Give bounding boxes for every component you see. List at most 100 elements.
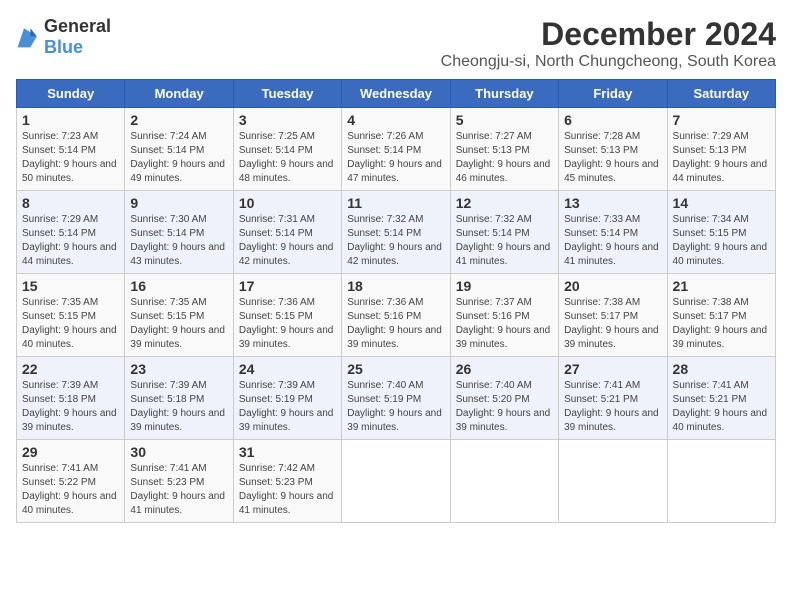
day-info: Sunrise: 7:38 AM Sunset: 5:17 PM Dayligh…: [673, 296, 770, 352]
day-number: 4: [347, 112, 444, 128]
day-info: Sunrise: 7:39 AM Sunset: 5:19 PM Dayligh…: [239, 379, 336, 435]
header-cell-tuesday: Tuesday: [233, 80, 341, 108]
calendar-cell: 30Sunrise: 7:41 AM Sunset: 5:23 PM Dayli…: [125, 440, 233, 523]
calendar-cell: 3 Sunrise: 7:25 AM Sunset: 5:14 PM Daylig…: [233, 108, 341, 191]
day-number: 28: [673, 361, 770, 377]
day-number: 29: [22, 444, 119, 460]
day-info: Sunrise: 7:41 AM Sunset: 5:21 PM Dayligh…: [673, 379, 770, 435]
calendar-cell: 8 Sunrise: 7:29 AM Sunset: 5:14 PM Daylig…: [17, 191, 125, 274]
day-info: Sunrise: 7:32 AM Sunset: 5:14 PM Dayligh…: [347, 213, 444, 269]
day-info: Sunrise: 7:33 AM Sunset: 5:14 PM Dayligh…: [564, 213, 661, 269]
day-number: 16: [130, 278, 227, 294]
header-cell-saturday: Saturday: [667, 80, 775, 108]
day-info: Sunrise: 7:41 AM Sunset: 5:21 PM Dayligh…: [564, 379, 661, 435]
calendar-week-row: 1 Sunrise: 7:23 AM Sunset: 5:14 PM Daylig…: [17, 108, 776, 191]
day-number: 1: [22, 112, 119, 128]
calendar-cell: 9 Sunrise: 7:30 AM Sunset: 5:14 PM Daylig…: [125, 191, 233, 274]
calendar-week-row: 22 Sunrise: 7:39 AM Sunset: 5:18 PM Dayli…: [17, 357, 776, 440]
day-info: Sunrise: 7:26 AM Sunset: 5:14 PM Dayligh…: [347, 130, 444, 186]
day-number: 9: [130, 195, 227, 211]
logo-text-blue: Blue: [44, 37, 83, 57]
day-info: Sunrise: 7:28 AM Sunset: 5:13 PM Dayligh…: [564, 130, 661, 186]
day-info: Sunrise: 7:29 AM Sunset: 5:14 PM Dayligh…: [22, 213, 119, 269]
calendar-cell: 14Sunrise: 7:34 AM Sunset: 5:15 PM Dayli…: [667, 191, 775, 274]
calendar-cell: 25 Sunrise: 7:40 AM Sunset: 5:19 PM Dayli…: [342, 357, 450, 440]
day-number: 17: [239, 278, 336, 294]
calendar-cell: 4 Sunrise: 7:26 AM Sunset: 5:14 PM Daylig…: [342, 108, 450, 191]
calendar-cell: 19 Sunrise: 7:37 AM Sunset: 5:16 PM Dayli…: [450, 274, 558, 357]
calendar-header-row: SundayMondayTuesdayWednesdayThursdayFrid…: [17, 80, 776, 108]
calendar-cell: 7 Sunrise: 7:29 AM Sunset: 5:13 PM Daylig…: [667, 108, 775, 191]
day-number: 21: [673, 278, 770, 294]
day-number: 31: [239, 444, 336, 460]
day-number: 25: [347, 361, 444, 377]
header-cell-sunday: Sunday: [17, 80, 125, 108]
day-info: Sunrise: 7:40 AM Sunset: 5:19 PM Dayligh…: [347, 379, 444, 435]
calendar-week-row: 29 Sunrise: 7:41 AM Sunset: 5:22 PM Dayli…: [17, 440, 776, 523]
day-info: Sunrise: 7:36 AM Sunset: 5:16 PM Dayligh…: [347, 296, 444, 352]
header: General Blue December 2024 Cheongju-si, …: [16, 16, 776, 71]
day-info: Sunrise: 7:30 AM Sunset: 5:14 PM Dayligh…: [130, 213, 227, 269]
calendar-cell: 1 Sunrise: 7:23 AM Sunset: 5:14 PM Daylig…: [17, 108, 125, 191]
calendar-cell: 12Sunrise: 7:32 AM Sunset: 5:14 PM Dayli…: [450, 191, 558, 274]
calendar-cell: [559, 440, 667, 523]
day-number: 7: [673, 112, 770, 128]
main-title: December 2024: [441, 16, 776, 53]
day-number: 3: [239, 112, 336, 128]
day-number: 11: [347, 195, 444, 211]
day-number: 8: [22, 195, 119, 211]
calendar-cell: 22 Sunrise: 7:39 AM Sunset: 5:18 PM Dayli…: [17, 357, 125, 440]
calendar-cell: 6Sunrise: 7:28 AM Sunset: 5:13 PM Daylig…: [559, 108, 667, 191]
day-info: Sunrise: 7:23 AM Sunset: 5:14 PM Dayligh…: [22, 130, 119, 186]
day-number: 26: [456, 361, 553, 377]
logo: General Blue: [16, 16, 111, 58]
calendar-cell: [667, 440, 775, 523]
day-info: Sunrise: 7:36 AM Sunset: 5:15 PM Dayligh…: [239, 296, 336, 352]
day-info: Sunrise: 7:42 AM Sunset: 5:23 PM Dayligh…: [239, 462, 336, 518]
calendar-cell: 2Sunrise: 7:24 AM Sunset: 5:14 PM Daylig…: [125, 108, 233, 191]
header-cell-wednesday: Wednesday: [342, 80, 450, 108]
calendar-cell: 31 Sunrise: 7:42 AM Sunset: 5:23 PM Dayli…: [233, 440, 341, 523]
logo-icon: [16, 25, 40, 49]
calendar-cell: 24 Sunrise: 7:39 AM Sunset: 5:19 PM Dayli…: [233, 357, 341, 440]
day-info: Sunrise: 7:34 AM Sunset: 5:15 PM Dayligh…: [673, 213, 770, 269]
day-number: 15: [22, 278, 119, 294]
day-number: 5: [456, 112, 553, 128]
calendar-cell: 21 Sunrise: 7:38 AM Sunset: 5:17 PM Dayli…: [667, 274, 775, 357]
day-info: Sunrise: 7:25 AM Sunset: 5:14 PM Dayligh…: [239, 130, 336, 186]
calendar-week-row: 8 Sunrise: 7:29 AM Sunset: 5:14 PM Daylig…: [17, 191, 776, 274]
day-info: Sunrise: 7:39 AM Sunset: 5:18 PM Dayligh…: [22, 379, 119, 435]
day-number: 18: [347, 278, 444, 294]
day-info: Sunrise: 7:39 AM Sunset: 5:18 PM Dayligh…: [130, 379, 227, 435]
day-number: 2: [130, 112, 227, 128]
day-info: Sunrise: 7:27 AM Sunset: 5:13 PM Dayligh…: [456, 130, 553, 186]
calendar-table: SundayMondayTuesdayWednesdayThursdayFrid…: [16, 79, 776, 523]
day-number: 13: [564, 195, 661, 211]
title-block: December 2024 Cheongju-si, North Chungch…: [441, 16, 776, 71]
calendar-cell: 16 Sunrise: 7:35 AM Sunset: 5:15 PM Dayli…: [125, 274, 233, 357]
calendar-week-row: 15 Sunrise: 7:35 AM Sunset: 5:15 PM Dayli…: [17, 274, 776, 357]
calendar-cell: 20Sunrise: 7:38 AM Sunset: 5:17 PM Dayli…: [559, 274, 667, 357]
day-info: Sunrise: 7:32 AM Sunset: 5:14 PM Dayligh…: [456, 213, 553, 269]
day-number: 19: [456, 278, 553, 294]
calendar-cell: 18 Sunrise: 7:36 AM Sunset: 5:16 PM Dayli…: [342, 274, 450, 357]
day-number: 22: [22, 361, 119, 377]
calendar-body: 1 Sunrise: 7:23 AM Sunset: 5:14 PM Daylig…: [17, 108, 776, 523]
calendar-cell: 11 Sunrise: 7:32 AM Sunset: 5:14 PM Dayli…: [342, 191, 450, 274]
day-info: Sunrise: 7:35 AM Sunset: 5:15 PM Dayligh…: [130, 296, 227, 352]
calendar-cell: [342, 440, 450, 523]
day-info: Sunrise: 7:29 AM Sunset: 5:13 PM Dayligh…: [673, 130, 770, 186]
calendar-cell: 26Sunrise: 7:40 AM Sunset: 5:20 PM Dayli…: [450, 357, 558, 440]
calendar-cell: 13 Sunrise: 7:33 AM Sunset: 5:14 PM Dayli…: [559, 191, 667, 274]
day-info: Sunrise: 7:41 AM Sunset: 5:22 PM Dayligh…: [22, 462, 119, 518]
day-number: 24: [239, 361, 336, 377]
day-info: Sunrise: 7:37 AM Sunset: 5:16 PM Dayligh…: [456, 296, 553, 352]
day-number: 27: [564, 361, 661, 377]
subtitle: Cheongju-si, North Chungcheong, South Ko…: [441, 53, 776, 71]
day-info: Sunrise: 7:31 AM Sunset: 5:14 PM Dayligh…: [239, 213, 336, 269]
calendar-cell: 15Sunrise: 7:35 AM Sunset: 5:15 PM Dayli…: [17, 274, 125, 357]
calendar-cell: 17 Sunrise: 7:36 AM Sunset: 5:15 PM Dayli…: [233, 274, 341, 357]
day-number: 10: [239, 195, 336, 211]
calendar-cell: 27 Sunrise: 7:41 AM Sunset: 5:21 PM Dayli…: [559, 357, 667, 440]
day-number: 30: [130, 444, 227, 460]
